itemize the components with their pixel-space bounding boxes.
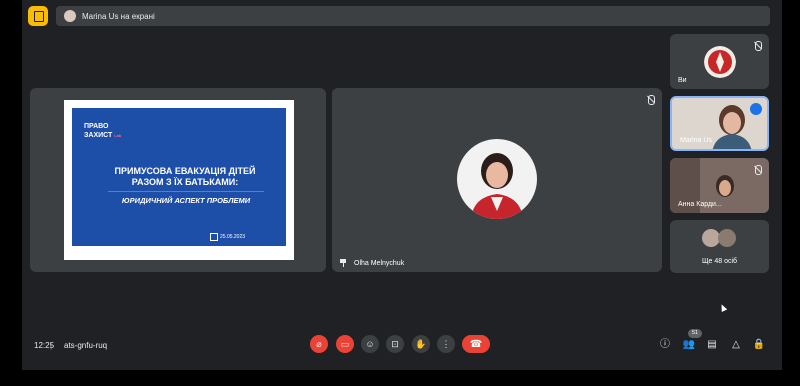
presenting-banner: Marina Us на екрані (56, 6, 770, 26)
speaker-avatar (457, 139, 537, 219)
logo-line2: ЗАХИСТ (84, 132, 113, 139)
calendar-icon (210, 233, 218, 241)
info-icon[interactable]: ⓘ (658, 338, 672, 352)
meeting-code: ats-gnfu-ruq (64, 341, 108, 350)
chat-icon[interactable]: ▤ (705, 338, 719, 352)
slide-date: 25.05.2023 (220, 234, 246, 240)
slide-subtitle: ЮРИДИЧНИЙ АСПЕКТ ПРОБЛЕМИ (121, 196, 251, 205)
more-participants-tile[interactable]: Ще 48 осіб (670, 220, 769, 273)
present-icon[interactable]: ⊡ (386, 335, 404, 353)
logo-small: Lab (114, 133, 122, 138)
raise-hand-icon[interactable]: ✋ (412, 335, 430, 353)
activities-icon[interactable]: △ (729, 338, 743, 352)
end-call-icon[interactable]: ☎ (462, 335, 490, 353)
avatar (718, 229, 736, 247)
slide-divider (108, 191, 264, 192)
participant-tile-self[interactable]: Ви (670, 34, 769, 89)
self-avatar (704, 46, 736, 78)
speaker-name: Olha Melnychuk (354, 260, 405, 267)
more-participants-label: Ще 48 осіб (701, 258, 738, 265)
slide-logo: ПРАВО ЗАХИСТ Lab (84, 122, 121, 140)
participant-name: Marina Us (680, 137, 712, 144)
slide-title: ПРИМУСОВА ЕВАКУАЦІЯ ДІТЕЙ РАЗОМ З ЇХ БАТ… (114, 166, 256, 187)
participant-name: Ви (678, 77, 687, 84)
more-icon[interactable]: ⋮ (437, 335, 455, 353)
logo-line1: ПРАВО (84, 123, 109, 130)
participant-name: Анна Карди... (678, 201, 722, 208)
mic-off-icon (648, 95, 655, 105)
speaking-indicator-icon (750, 103, 762, 115)
slide-content: ПРАВО ЗАХИСТ Lab ПРИМУСОВА ЕВАКУАЦІЯ ДІТ… (72, 108, 286, 246)
slide: ПРАВО ЗАХИСТ Lab ПРИМУСОВА ЕВАКУАЦІЯ ДІТ… (64, 100, 294, 260)
speaker-tile[interactable]: Olha Melnychuk (332, 88, 662, 272)
mic-off-icon (755, 165, 762, 175)
presenting-text: Marina Us на екрані (82, 11, 155, 21)
people-icon[interactable]: 👥 (682, 338, 696, 352)
mic-off-icon[interactable]: ⌀ (310, 335, 328, 353)
participant-tile-marina[interactable]: Marina Us (670, 96, 769, 151)
mic-off-icon (755, 41, 762, 51)
present-off-icon[interactable] (28, 6, 48, 26)
lock-icon[interactable]: 🔒 (752, 338, 766, 352)
separator: | (50, 341, 53, 350)
camera-off-icon[interactable]: ▭ (336, 335, 354, 353)
participants-badge: 51 (688, 329, 702, 338)
pin-icon[interactable] (340, 259, 346, 267)
emoji-icon[interactable]: ☺ (361, 335, 379, 353)
presentation-tile[interactable]: ПРАВО ЗАХИСТ Lab ПРИМУСОВА ЕВАКУАЦІЯ ДІТ… (30, 88, 326, 272)
presenter-avatar (64, 10, 76, 22)
participant-tile-anna[interactable]: Анна Карди... (670, 158, 769, 213)
